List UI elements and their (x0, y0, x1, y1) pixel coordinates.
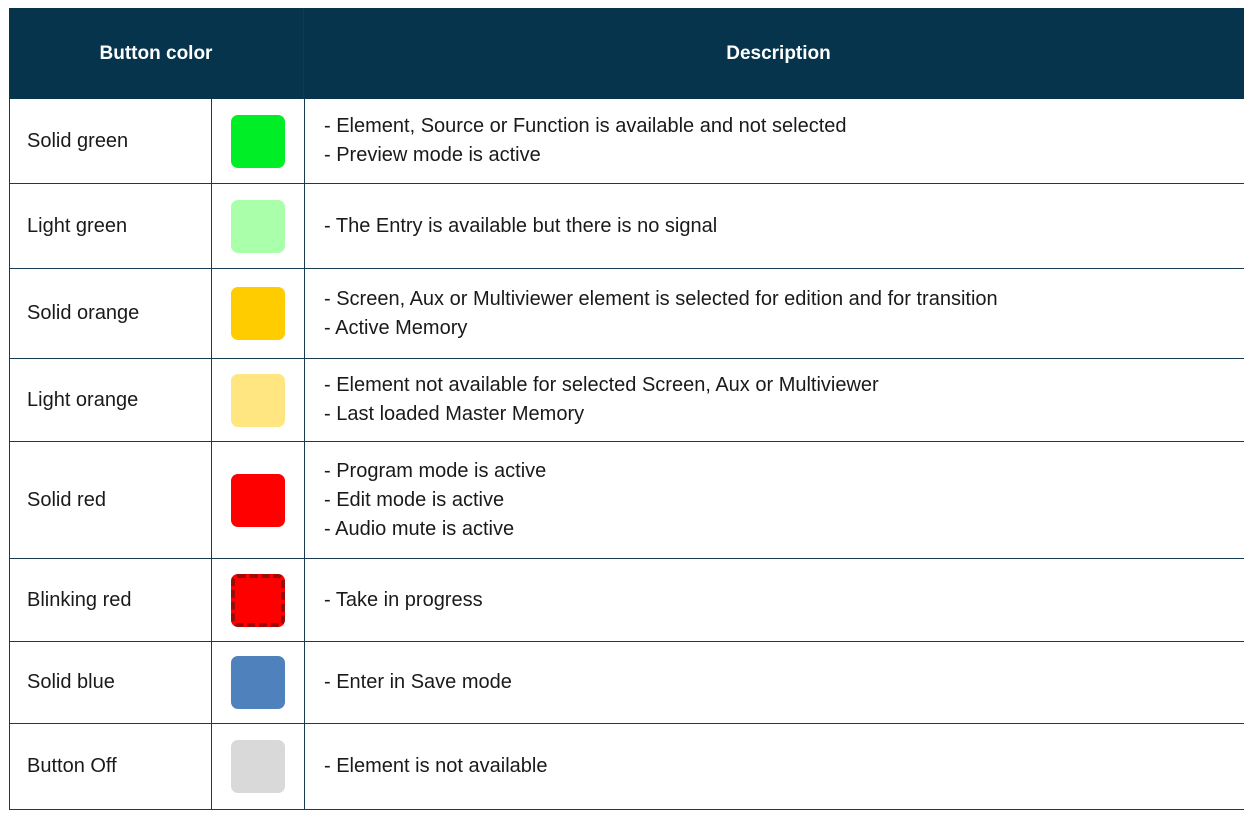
description-line: - Audio mute is active (324, 517, 515, 540)
color-swatch (231, 740, 285, 793)
description-line: - Active Memory (324, 316, 468, 339)
color-name: Blinking red (27, 588, 132, 611)
description-line: - Preview mode is active (324, 144, 541, 166)
color-name: Solid green (27, 129, 129, 152)
color-swatch (231, 473, 285, 527)
color-name: Light orange (27, 388, 139, 411)
description-line: - The Entry is available but there is no… (324, 214, 718, 237)
color-name: Button Off (27, 755, 117, 777)
color-swatch (231, 114, 285, 168)
table-row: Button Off - Element is not available (9, 724, 1244, 810)
description-line: - Last loaded Master Memory (324, 403, 585, 425)
table-row: Light green - The Entry is available but… (9, 184, 1244, 269)
table-row: Blinking red - Take in progress (9, 559, 1244, 642)
color-swatch (231, 573, 285, 627)
color-swatch (231, 373, 285, 427)
color-name: Light green (27, 214, 128, 237)
button-color-table: Button color Description Solid green - E… (9, 8, 1244, 810)
table-row: Solid green - Element, Source or Functio… (9, 99, 1244, 184)
description-line: - Element, Source or Function is availab… (324, 115, 847, 137)
color-name: Solid blue (27, 671, 115, 693)
description-line: - Screen, Aux or Multiviewer element is … (324, 287, 998, 310)
table-row: Solid blue - Enter in Save mode (9, 642, 1244, 724)
color-name: Solid orange (27, 302, 140, 324)
color-swatch (231, 287, 285, 340)
description-line: - Program mode is active (324, 459, 547, 482)
description-line: - Element not available for selected Scr… (324, 374, 879, 396)
description-line: - Element is not available (324, 755, 548, 777)
table-row: Solid orange - Screen, Aux or Multiviewe… (9, 269, 1244, 359)
table-row: Light orange - Element not available for… (9, 359, 1244, 442)
description-line: - Take in progress (324, 588, 483, 611)
table-row: Solid red - Program mode is active - Edi… (9, 442, 1244, 559)
color-swatch (231, 199, 285, 253)
color-swatch (231, 656, 285, 709)
header-description: Description (303, 8, 1244, 99)
table-header: Button color Description (9, 8, 1244, 99)
color-name: Solid red (27, 488, 106, 511)
description-line: - Enter in Save mode (324, 671, 512, 693)
description-line: - Edit mode is active (324, 488, 505, 511)
header-button-color: Button color (99, 42, 213, 64)
